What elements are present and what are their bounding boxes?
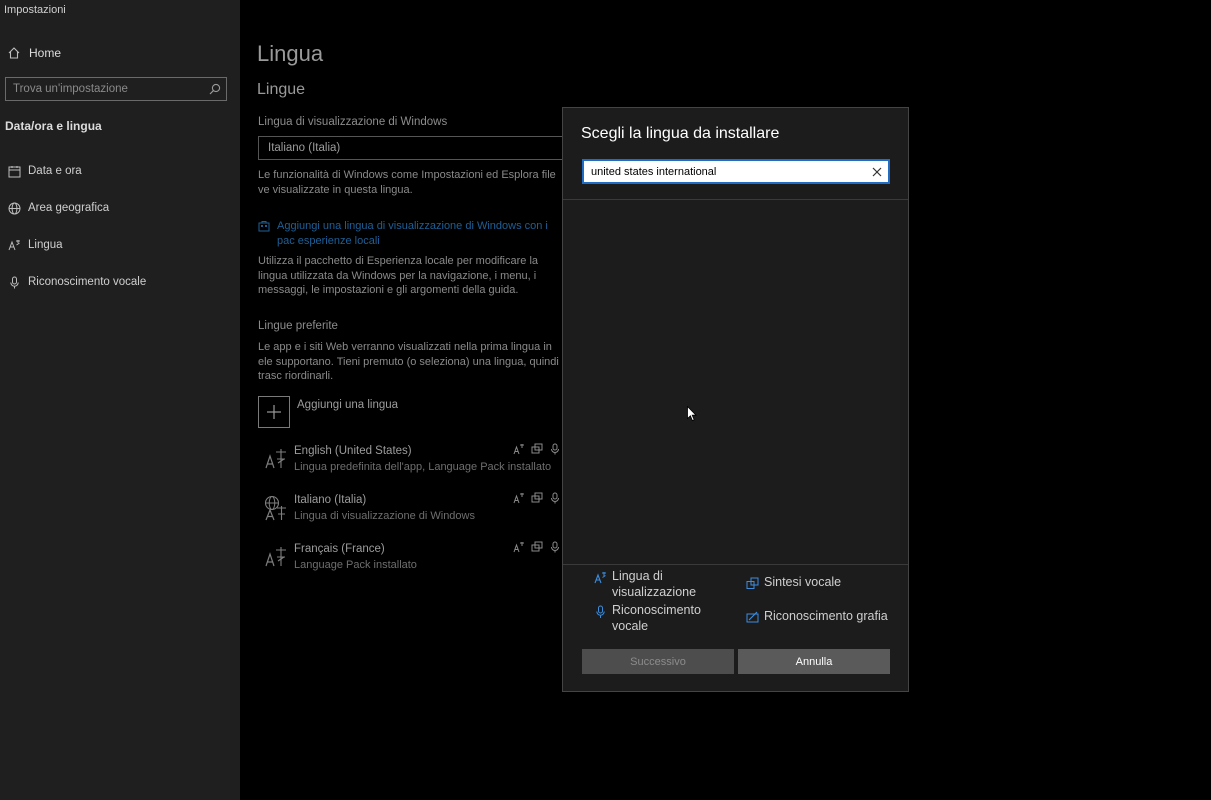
dialog-title: Scegli la lingua da installare bbox=[581, 125, 780, 142]
language-search-box bbox=[582, 159, 890, 184]
add-language-label: Aggiungi una lingua bbox=[297, 399, 399, 411]
language-desc: Language Pack installato bbox=[294, 559, 417, 571]
sidebar-item-date-time[interactable]: Data e ora bbox=[0, 157, 240, 185]
language-features bbox=[513, 492, 561, 504]
language-item-french[interactable]: Français (France) Language Pack installa… bbox=[258, 539, 568, 583]
sidebar-item-speech[interactable]: Riconoscimento vocale bbox=[0, 268, 240, 296]
display-language-icon bbox=[591, 568, 609, 600]
globe-icon bbox=[0, 202, 28, 215]
experience-pack-desc: Utilizza il pacchetto di Esperienza loca… bbox=[258, 255, 539, 296]
sidebar-item-language[interactable]: Lingua bbox=[0, 231, 240, 259]
home-label: Home bbox=[29, 46, 62, 60]
sidebar-home[interactable]: Home bbox=[0, 42, 240, 64]
language-features bbox=[513, 443, 561, 455]
legend-label: Riconoscimento vocale bbox=[612, 603, 701, 633]
app-title: Impostazioni bbox=[4, 4, 66, 16]
settings-search bbox=[5, 77, 227, 101]
language-desc: Lingua di visualizzazione di Windows bbox=[294, 510, 475, 522]
add-display-language-link[interactable]: Aggiungi una lingua di visualizzazione d… bbox=[258, 219, 567, 248]
clear-icon[interactable] bbox=[866, 167, 888, 177]
language-icon bbox=[0, 239, 28, 252]
plus-icon bbox=[258, 396, 290, 428]
settings-search-input[interactable] bbox=[6, 78, 204, 100]
display-language-feature-icon bbox=[513, 493, 524, 504]
search-icon[interactable] bbox=[204, 83, 226, 95]
handwriting-icon bbox=[743, 608, 761, 624]
legend-display-language: Lingua di visualizzazione bbox=[591, 568, 712, 600]
legend-label: Lingua di visualizzazione bbox=[612, 569, 697, 599]
microphone-feature-icon bbox=[551, 443, 559, 455]
add-language-button[interactable]: Aggiungi una lingua bbox=[258, 396, 398, 428]
legend-speech-recognition: Riconoscimento vocale bbox=[591, 602, 722, 634]
divider bbox=[563, 564, 908, 565]
home-icon bbox=[0, 46, 28, 60]
speech-synthesis-feature-icon bbox=[531, 541, 543, 552]
language-results-list[interactable] bbox=[563, 200, 908, 564]
display-language-feature-icon bbox=[513, 542, 524, 553]
language-search-input[interactable] bbox=[584, 161, 866, 182]
section-heading-languages: Lingue bbox=[257, 81, 306, 98]
cancel-button[interactable]: Annulla bbox=[738, 649, 890, 674]
choose-language-dialog: Scegli la lingua da installare Lingua di… bbox=[562, 107, 909, 692]
link-text: Aggiungi una lingua di visualizzazione d… bbox=[277, 220, 548, 247]
store-icon bbox=[258, 219, 277, 248]
sidebar-item-label: Data e ora bbox=[28, 165, 82, 177]
display-language-icon bbox=[258, 490, 294, 534]
legend-label: Sintesi vocale bbox=[764, 575, 842, 589]
speech-synthesis-feature-icon bbox=[531, 443, 543, 454]
display-language-desc: Le funzionalità di Windows come Impostaz… bbox=[258, 169, 556, 196]
legend-speech-synthesis: Sintesi vocale bbox=[743, 574, 841, 590]
sidebar: Impostazioni Home Data/ora e lingua Data… bbox=[0, 0, 240, 800]
sidebar-item-label: Riconoscimento vocale bbox=[28, 276, 147, 288]
clock-icon bbox=[0, 165, 28, 178]
microphone-icon bbox=[591, 602, 609, 634]
section-title: Data/ora e lingua bbox=[5, 119, 102, 133]
language-features bbox=[513, 541, 561, 553]
preferred-languages-desc: Le app e i siti Web verranno visualizzat… bbox=[258, 341, 559, 382]
language-name: Italiano (Italia) bbox=[294, 494, 367, 506]
preferred-languages-label: Lingue preferite bbox=[258, 320, 338, 332]
display-language-select[interactable]: Italiano (Italia) bbox=[258, 136, 578, 160]
display-language-label: Lingua di visualizzazione di Windows bbox=[258, 116, 448, 128]
language-icon bbox=[258, 539, 294, 583]
language-item-italian[interactable]: Italiano (Italia) Lingua di visualizzazi… bbox=[258, 490, 568, 534]
language-name: Français (France) bbox=[294, 543, 385, 555]
legend-label: Riconoscimento grafia bbox=[764, 609, 888, 623]
sidebar-item-label: Area geografica bbox=[28, 202, 110, 214]
microphone-feature-icon bbox=[551, 541, 559, 553]
microphone-icon bbox=[0, 276, 28, 289]
legend-handwriting: Riconoscimento grafia bbox=[743, 608, 888, 624]
speech-synthesis-feature-icon bbox=[531, 492, 543, 503]
sidebar-item-label: Lingua bbox=[28, 239, 63, 251]
language-desc: Lingua predefinita dell'app, Language Pa… bbox=[294, 461, 552, 473]
next-button[interactable]: Successivo bbox=[582, 649, 734, 674]
mouse-cursor-icon bbox=[687, 405, 697, 427]
language-item-english[interactable]: English (United States) Lingua predefini… bbox=[258, 441, 568, 485]
page-title: Lingua bbox=[257, 41, 324, 66]
language-icon bbox=[258, 441, 294, 485]
microphone-feature-icon bbox=[551, 492, 559, 504]
display-language-feature-icon bbox=[513, 444, 524, 455]
sidebar-item-region[interactable]: Area geografica bbox=[0, 194, 240, 222]
speech-synthesis-icon bbox=[743, 574, 761, 590]
